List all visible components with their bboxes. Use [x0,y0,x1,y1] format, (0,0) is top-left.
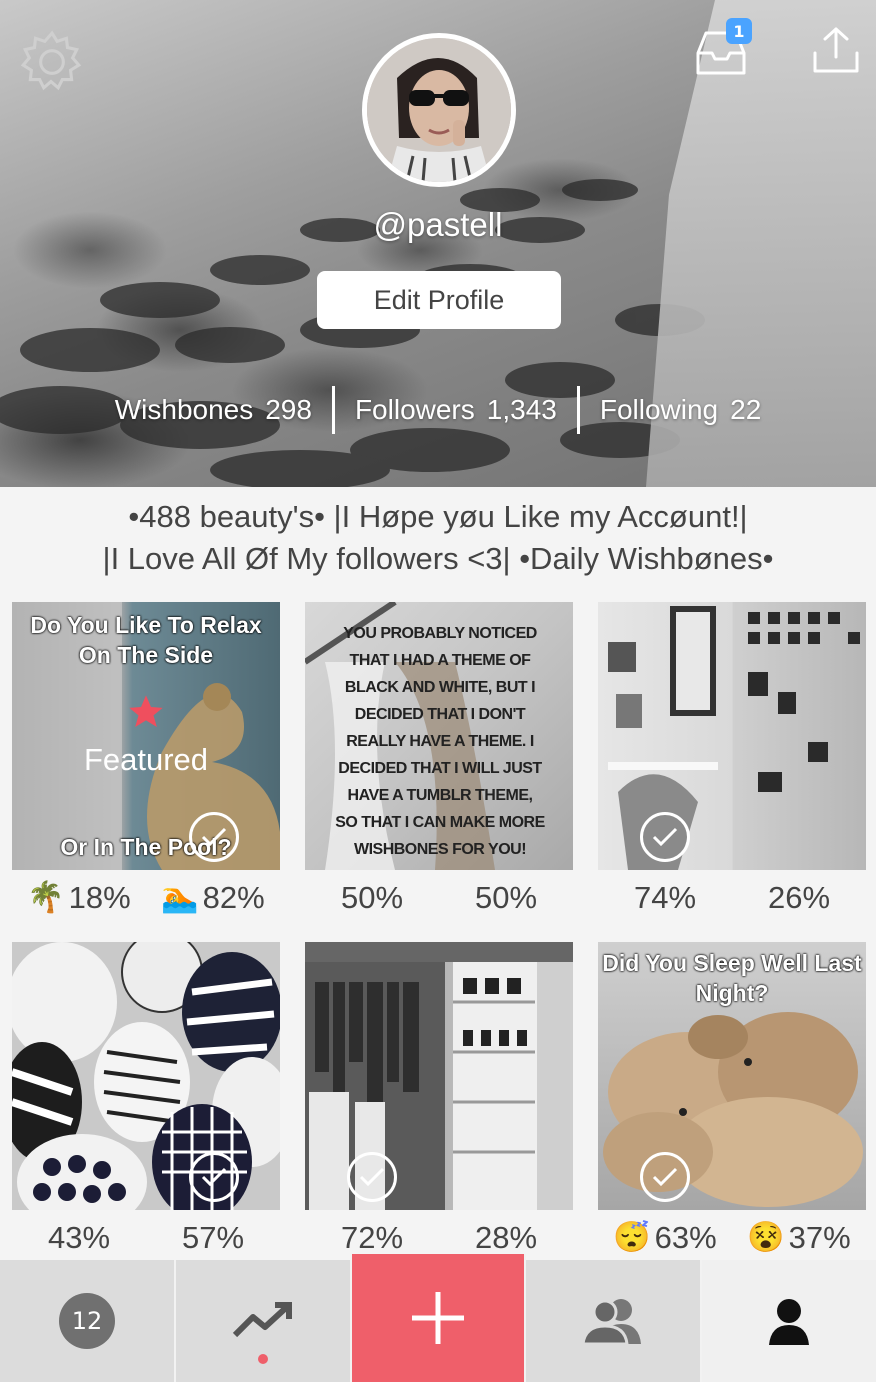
featured-label: Featured [83,742,209,777]
option-left-pct: 50% [340,880,404,915]
featured-star-icon [12,692,280,736]
voted-check-icon [640,1152,690,1202]
option-right: 57% [146,1218,280,1258]
profile-stats: Wishbones 298 Followers 1,343 Following … [0,386,876,434]
stat-value: 1,343 [486,394,557,425]
option-left-pct: 74% [633,880,697,915]
option-right-pct: 37% [788,1220,851,1255]
voted-check-icon [640,812,690,862]
username: @pastell [373,206,503,243]
post-image-art [305,942,573,1210]
option-right-pct: 50% [474,880,538,915]
option-right-pct: 28% [474,1220,538,1255]
post-results: 72% 28% [305,1218,573,1258]
edit-profile-button[interactable]: Edit Profile [317,271,561,329]
post-caption-top: YOU PROBABLY NOTICED THAT I HAD A THEME … [335,625,545,858]
option-right: 🏊 82% [146,878,280,918]
post-card[interactable] [598,602,866,870]
post-card[interactable] [12,942,280,1210]
post-caption-top: Do You Like To Relax On The Side [30,612,262,668]
bio-line: •488 beauty's• |I Høpe yøu Like my Accøu… [128,499,748,534]
option-left-pct: 63% [654,1220,717,1255]
stat-label: Followers [354,394,475,425]
option-right-pct: 26% [767,880,831,915]
option-right: 😵 37% [732,1218,866,1258]
option-left: 72% [305,1218,439,1258]
post-card[interactable]: Do You Like To Relax On The Side Feature… [12,602,280,870]
avatar[interactable] [362,33,516,187]
trending-icon [232,1302,292,1338]
bottom-nav: 12 [0,1254,876,1382]
post-card[interactable]: Did You Sleep Well Last Night? [598,942,866,1210]
friends-icon [581,1299,641,1346]
option-left-pct: 43% [47,1220,111,1255]
option-right: 50% [439,878,573,918]
option-left: 🌴 18% [12,878,146,918]
post-results: 😴 63% 😵 37% [598,1218,866,1258]
option-right-pct: 82% [202,880,265,915]
share-icon[interactable] [808,22,864,78]
post-image-art [12,942,280,1210]
stat-value: 22 [730,394,762,425]
profile-bio: •488 beauty's• |I Høpe yøu Like my Accøu… [0,496,876,580]
post-card[interactable] [305,942,573,1210]
option-left: 74% [598,878,732,918]
sleeping-face-icon: 😴 [613,1221,651,1254]
voted-check-icon [189,812,239,862]
option-left: 😴 63% [598,1218,732,1258]
profile-icon [769,1299,809,1345]
voted-check-icon [189,1152,239,1202]
plus-icon [412,1292,464,1344]
option-right: 28% [439,1218,573,1258]
notification-dot [258,1354,268,1364]
nav-create-button[interactable] [352,1254,526,1382]
palm-tree-icon: 🌴 [27,881,65,914]
feed-count-badge: 12 [59,1293,115,1349]
post-card[interactable]: YOU PROBABLY NOTICED THAT I HAD A THEME … [305,602,573,870]
stat-following[interactable]: Following 22 [580,394,781,426]
inbox-badge: 1 [726,18,752,44]
stat-label: Following [599,394,719,425]
voted-check-icon [347,1152,397,1202]
post-caption-top: Did You Sleep Well Last Night? [602,950,862,1006]
post-caption-bottom: Or In The Pool? [60,834,232,860]
stat-followers[interactable]: Followers 1,343 [335,394,577,426]
post-image-art [608,606,860,870]
stat-value: 298 [265,394,312,425]
nav-profile[interactable] [702,1260,876,1382]
bio-line: |I Love All Øf My followers <3| •Daily W… [102,541,774,576]
option-left-pct: 18% [68,880,131,915]
nav-trending[interactable] [176,1260,352,1382]
option-left: 43% [12,1218,146,1258]
post-results: 🌴 18% 🏊 82% [12,878,280,918]
swimmer-icon: 🏊 [161,881,199,914]
option-left: 50% [305,878,439,918]
settings-gear-icon[interactable] [16,26,88,98]
nav-friends[interactable] [526,1260,702,1382]
option-right: 26% [732,878,866,918]
option-left-pct: 72% [340,1220,404,1255]
stat-wishbones[interactable]: Wishbones 298 [95,394,332,426]
post-results: 50% 50% [305,878,573,918]
option-right-pct: 57% [181,1220,245,1255]
nav-feed[interactable]: 12 [0,1260,176,1382]
dizzy-face-icon: 😵 [747,1221,785,1254]
stat-label: Wishbones [114,394,254,425]
post-results: 74% 26% [598,878,866,918]
post-results: 43% 57% [12,1218,280,1258]
